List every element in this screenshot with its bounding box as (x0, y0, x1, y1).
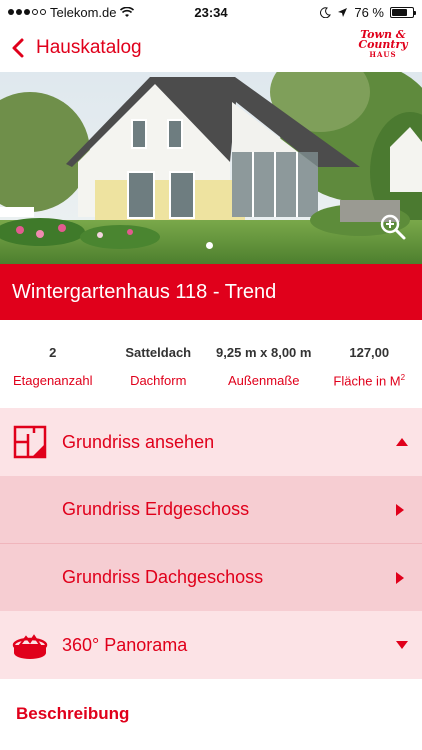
moon-icon (320, 6, 332, 18)
house-image[interactable] (0, 72, 422, 264)
floorplan-icon (13, 425, 47, 459)
triangle-down-icon (396, 641, 408, 649)
spec-value: 2 (49, 345, 57, 360)
floorplan-ground-floor-item[interactable]: Grundriss Erdgeschoss (0, 476, 422, 543)
specs-row: 2 Etagenanzahl Satteldach Dachform 9,25 … (0, 320, 422, 408)
town-country-logo: Town & Country HAUS (358, 28, 408, 59)
spec-value: 127,00 (349, 345, 390, 360)
battery-icon (390, 6, 416, 18)
spec-value: Satteldach (125, 345, 192, 360)
house-title-banner: Wintergartenhaus 118 - Trend (0, 264, 422, 320)
list-item-label: Grundriss Dachgeschoss (62, 567, 264, 587)
battery-level (392, 8, 408, 16)
spec-label: Dachform (130, 373, 187, 388)
location-arrow-icon (338, 7, 348, 17)
nav-bar: Hauskatalog Town & Country HAUS (0, 24, 422, 72)
spec-label: Etagenanzahl (12, 373, 93, 388)
panorama-360-icon (12, 634, 48, 659)
floorplan-accordion-header[interactable]: Grundriss ansehen (0, 408, 422, 476)
spec-unit-superscript: 2 (400, 373, 406, 382)
floorplan-accordion-label: Grundriss ansehen (62, 431, 215, 452)
spec-area: 127,00 Fläche in M2 (317, 320, 422, 408)
battery-percent: 76 % (354, 4, 384, 20)
house-title: Wintergartenhaus 118 - Trend (12, 280, 277, 303)
house-photo (0, 72, 422, 264)
list-item-label: Grundriss Erdgeschoss (62, 499, 250, 519)
triangle-up-icon (396, 438, 408, 446)
floorplan-attic-floor-item[interactable]: Grundriss Dachgeschoss (0, 544, 422, 611)
status-bar: Telekom.de 23:34 76 % (0, 0, 422, 24)
triangle-right-icon (396, 571, 404, 584)
panorama-accordion-header[interactable]: 360° Panorama (0, 611, 422, 679)
status-right: 76 % (320, 4, 416, 20)
triangle-right-icon (396, 503, 404, 516)
spec-floors: 2 Etagenanzahl (0, 320, 106, 408)
zoom-in-icon[interactable] (378, 212, 408, 242)
chevron-left-icon (12, 38, 24, 58)
spec-dimensions: 9,25 m x 8,00 m Außenmaße (211, 320, 317, 408)
back-button[interactable]: Hauskatalog (8, 37, 142, 59)
back-label: Hauskatalog (36, 37, 142, 58)
spec-label: Außenmaße (227, 373, 300, 388)
spec-value: 9,25 m x 8,00 m (216, 345, 312, 360)
page-indicator-dot (206, 242, 213, 249)
spec-label: Fläche in M2 (333, 373, 406, 389)
panorama-accordion-label: 360° Panorama (62, 634, 188, 655)
description-heading: Beschreibung (16, 704, 130, 723)
spec-roof-type: Satteldach Dachform (106, 320, 212, 408)
